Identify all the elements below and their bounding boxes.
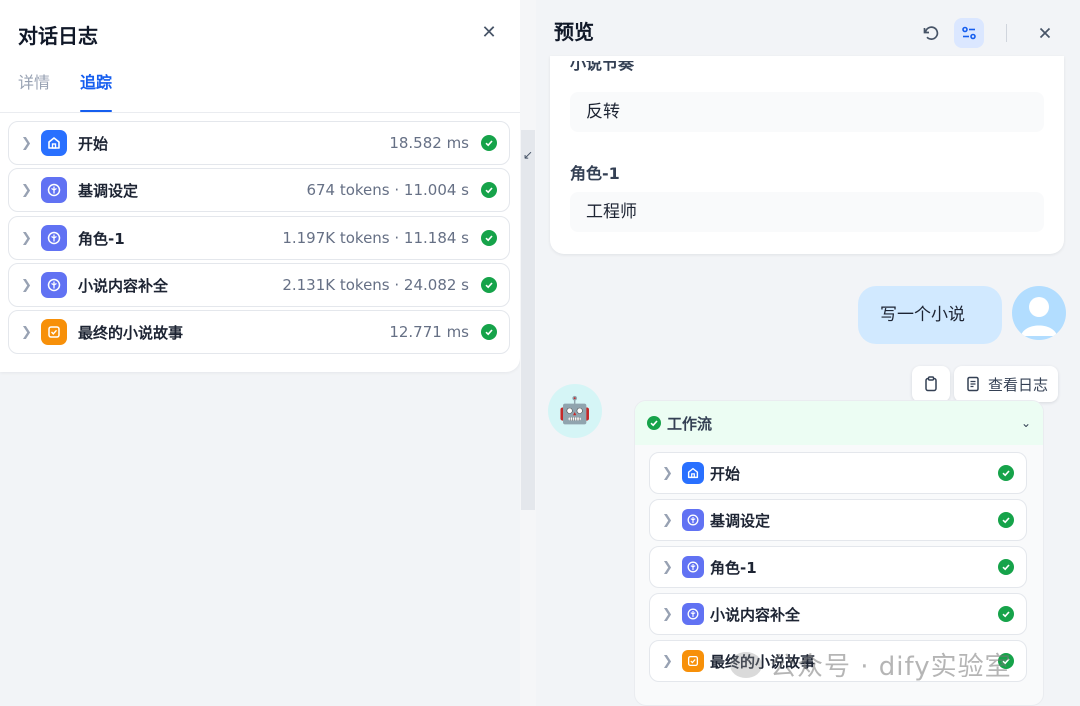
chevron-right-icon: ❯ — [21, 277, 32, 293]
resize-strip-lower — [521, 510, 535, 558]
check-icon — [998, 512, 1014, 528]
chevron-right-icon: ❯ — [21, 324, 32, 340]
log-panel: 对话日志 ✕ 详情 追踪 ❯ 开始 18.582 ms ❯ 基调设定 674 t… — [0, 0, 520, 706]
view-log-button[interactable]: 查看日志 — [954, 366, 1059, 402]
home-icon — [41, 130, 67, 156]
trace-row-role[interactable]: ❯ 角色-1 1.197K tokens · 11.184 s — [8, 216, 510, 260]
clipboard-icon — [925, 376, 937, 392]
trace-meta: 674 tokens · 11.004 s — [306, 181, 469, 199]
chevron-right-icon: ❯ — [662, 512, 673, 528]
node-title: 角色-1 — [710, 558, 757, 577]
trace-meta: 12.771 ms — [389, 323, 469, 341]
chevron-right-icon: ❯ — [662, 465, 673, 481]
home-icon — [682, 462, 704, 484]
trace-row-tone[interactable]: ❯ 基调设定 674 tokens · 11.004 s — [8, 168, 510, 212]
node-title: 开始 — [710, 464, 741, 483]
check-icon — [647, 416, 661, 430]
check-icon — [998, 559, 1014, 575]
trace-title: 小说内容补全 — [78, 276, 169, 295]
llm-icon — [41, 225, 67, 251]
check-icon — [998, 606, 1014, 622]
chevron-right-icon: ❯ — [662, 606, 673, 622]
trace-title: 基调设定 — [78, 181, 139, 200]
trace-title: 开始 — [78, 134, 109, 153]
var-label: 小说节奏 — [570, 61, 635, 73]
wechat-icon — [730, 651, 762, 678]
tab-trace[interactable]: 追踪 — [80, 70, 113, 112]
check-icon — [481, 135, 497, 151]
check-icon — [481, 230, 497, 246]
resize-strip[interactable] — [521, 130, 535, 510]
llm-icon — [41, 177, 67, 203]
view-log-label: 查看日志 — [988, 375, 1049, 394]
close-icon[interactable] — [1030, 18, 1060, 48]
check-icon — [481, 324, 497, 340]
log-title: 对话日志 — [18, 24, 98, 48]
workflow-node[interactable]: ❯ 角色-1 — [649, 546, 1027, 588]
end-icon — [41, 319, 67, 345]
check-icon — [481, 182, 497, 198]
node-title: 小说内容补全 — [710, 605, 801, 624]
trace-meta: 18.582 ms — [389, 134, 469, 152]
workflow-node[interactable]: ❯ 开始 — [649, 452, 1027, 494]
trace-row-end[interactable]: ❯ 最终的小说故事 12.771 ms — [8, 310, 510, 354]
check-icon — [998, 465, 1014, 481]
var-value-field[interactable]: 反转 — [570, 92, 1044, 132]
end-icon — [682, 650, 704, 672]
chevron-right-icon: ❯ — [21, 230, 32, 246]
chevron-right-icon: ❯ — [662, 653, 673, 669]
tab-divider — [0, 112, 520, 113]
message-actions: 查看日志 — [912, 366, 1059, 402]
llm-icon — [682, 603, 704, 625]
llm-icon — [682, 509, 704, 531]
copy-button[interactable] — [912, 366, 950, 402]
chevron-right-icon: ❯ — [21, 182, 32, 198]
llm-icon — [682, 556, 704, 578]
document-icon — [967, 376, 979, 392]
watermark-text: 公众号 · dify实验室 — [770, 652, 1012, 682]
trace-row-completion[interactable]: ❯ 小说内容补全 2.131K tokens · 24.082 s — [8, 263, 510, 307]
trace-title: 最终的小说故事 — [78, 323, 184, 342]
chevron-down-icon[interactable]: ⌄ — [1021, 416, 1031, 430]
log-card: 对话日志 ✕ 详情 追踪 ❯ 开始 18.582 ms ❯ 基调设定 674 t… — [0, 0, 520, 372]
chevron-right-icon: ❯ — [662, 559, 673, 575]
llm-icon — [41, 272, 67, 298]
watermark: 公众号 · dify实验室 — [730, 646, 1012, 683]
user-avatar — [1012, 286, 1066, 340]
trace-meta: 1.197K tokens · 11.184 s — [282, 229, 469, 247]
workflow-header[interactable]: 工作流 ⌄ — [635, 401, 1043, 445]
workflow-node[interactable]: ❯ 基调设定 — [649, 499, 1027, 541]
var-label: 角色-1 — [570, 164, 620, 183]
var-value-field[interactable]: 工程师 — [570, 192, 1044, 232]
node-title: 基调设定 — [710, 511, 771, 530]
trace-row-start[interactable]: ❯ 开始 18.582 ms — [8, 121, 510, 165]
inputs-card: 小说节奏 反转 角色-1 工程师 — [550, 56, 1064, 254]
user-message: 写一个小说 — [858, 286, 1002, 344]
settings-toggle-icon[interactable] — [954, 18, 984, 48]
collapse-arrow-icon[interactable]: ↙ — [523, 148, 533, 162]
close-icon[interactable]: ✕ — [478, 22, 500, 44]
tab-details[interactable]: 详情 — [18, 70, 50, 112]
trace-meta: 2.131K tokens · 24.082 s — [282, 276, 469, 294]
refresh-icon[interactable] — [916, 18, 946, 48]
trace-title: 角色-1 — [78, 229, 125, 248]
preview-title: 预览 — [554, 20, 594, 44]
header-separator — [1006, 24, 1007, 42]
log-tabs: 详情 追踪 — [18, 70, 113, 114]
workflow-node[interactable]: ❯ 小说内容补全 — [649, 593, 1027, 635]
bot-avatar-icon: 🤖 — [548, 384, 602, 438]
preview-panel: 预览 小说节奏 反转 角色-1 工程师 写一个小说 查看日志 🤖 工作流 ⌄ ❯… — [536, 0, 1080, 706]
workflow-title: 工作流 — [667, 414, 713, 433]
chevron-right-icon: ❯ — [21, 135, 32, 151]
check-icon — [481, 277, 497, 293]
